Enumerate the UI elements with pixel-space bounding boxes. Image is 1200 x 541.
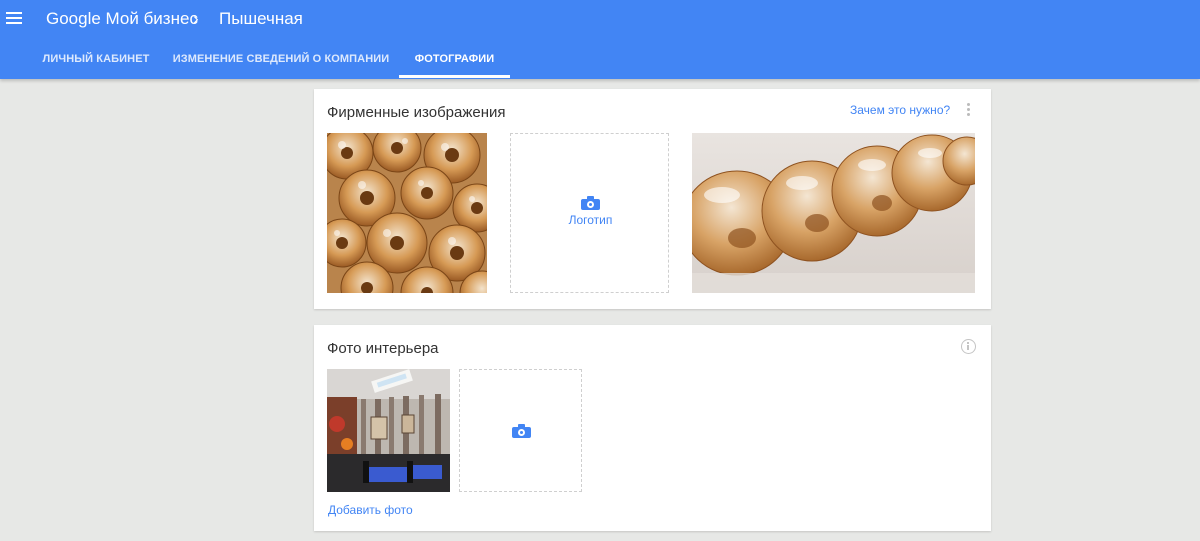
interior-photos-title: Фото интерьера [327, 340, 439, 357]
interior-photos-card: Фото интерьера Добавить фото [314, 325, 991, 531]
brand-images-card: Фирменные изображения Зачем это нужно? Л… [314, 89, 991, 309]
business-name: Пышечная [219, 9, 303, 28]
hamburger-menu-icon[interactable] [6, 12, 22, 26]
chevron-right-icon: › [193, 9, 199, 28]
interior-photo[interactable] [327, 369, 450, 492]
camera-icon [512, 424, 531, 438]
tab-edit-info[interactable]: ИЗМЕНЕНИЕ СВЕДЕНИЙ О КОМПАНИИ [170, 46, 392, 79]
tab-dashboard[interactable]: ЛИЧНЫЙ КАБИНЕТ [34, 46, 158, 79]
camera-icon [581, 196, 600, 210]
active-tab-indicator [399, 75, 510, 78]
featured-photo[interactable] [692, 133, 975, 293]
info-icon[interactable] [961, 339, 976, 354]
cover-photo[interactable] [327, 133, 487, 293]
logo-label: Логотип [568, 213, 613, 227]
logo-upload-slot[interactable]: Логотип [510, 133, 669, 293]
add-photo-link[interactable]: Добавить фото [328, 503, 413, 517]
add-interior-photo-slot[interactable] [459, 369, 582, 492]
app-title[interactable]: Google Мой бизнес [46, 9, 198, 29]
more-vert-icon[interactable] [966, 103, 970, 119]
app-bar: Google Мой бизнес › Пышечная ЛИЧНЫЙ КАБИ… [0, 0, 1200, 79]
brand-images-title: Фирменные изображения [327, 104, 506, 121]
why-needed-link[interactable]: Зачем это нужно? [850, 103, 950, 117]
